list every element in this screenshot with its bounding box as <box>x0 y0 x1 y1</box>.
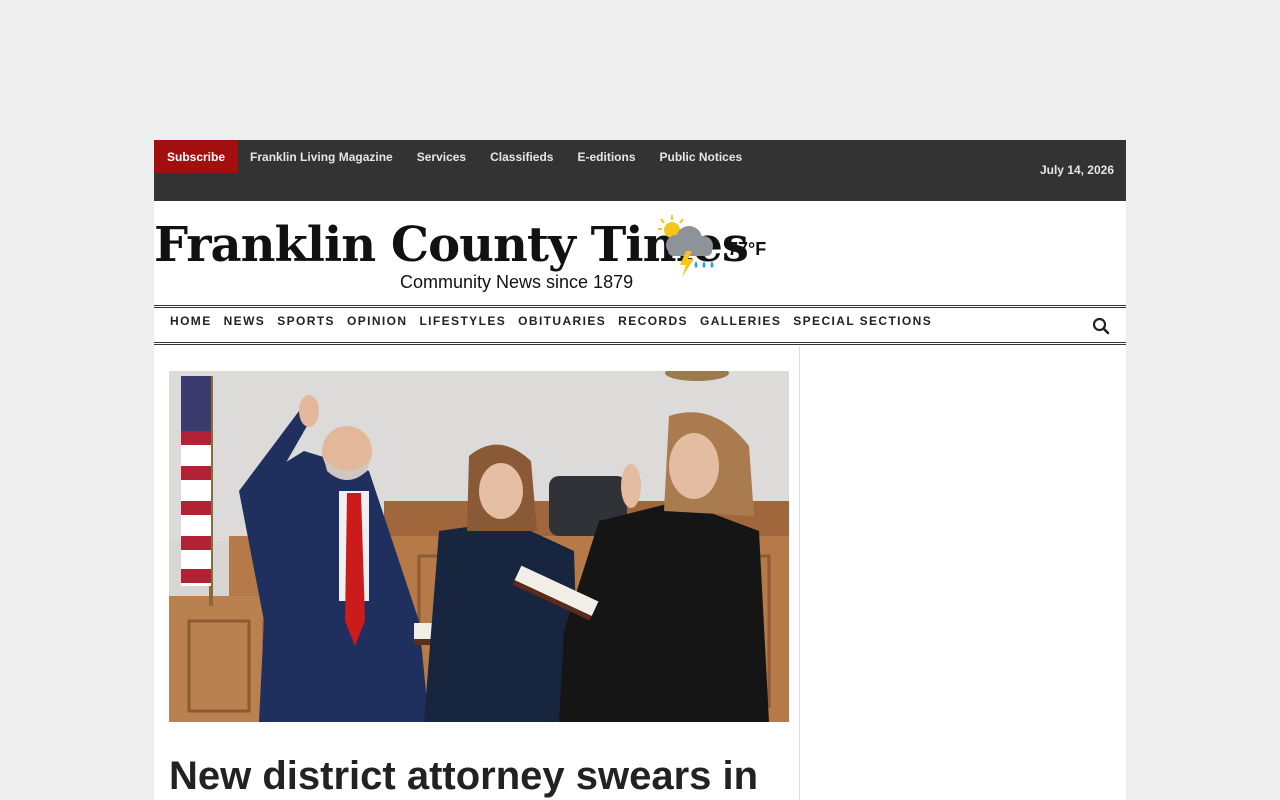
top-link-public-notices[interactable]: Public Notices <box>648 140 755 173</box>
nav-records[interactable]: RECORDS <box>618 314 688 328</box>
nav-obituaries[interactable]: OBITUARIES <box>518 314 606 328</box>
masthead: Franklin County Times Community News sin… <box>154 201 1126 305</box>
nav-opinion[interactable]: OPINION <box>347 314 407 328</box>
top-link-e-editions[interactable]: E-editions <box>565 140 647 173</box>
main-nav: HOME NEWS SPORTS OPINION LIFESTYLES OBIT… <box>154 305 1126 345</box>
top-bar: Subscribe Franklin Living Magazine Servi… <box>154 140 1126 201</box>
current-date: July 14, 2026 <box>1039 163 1114 177</box>
temperature: 77°F <box>728 239 767 259</box>
search-icon[interactable] <box>1092 317 1110 335</box>
top-link-classifieds[interactable]: Classifieds <box>478 140 565 173</box>
article-hero-image[interactable] <box>169 371 789 722</box>
nav-news[interactable]: NEWS <box>224 314 266 328</box>
page: Subscribe Franklin Living Magazine Servi… <box>154 140 1126 800</box>
nav-sports[interactable]: SPORTS <box>277 314 335 328</box>
subscribe-button[interactable]: Subscribe <box>154 140 239 173</box>
nav-top-rule-2 <box>154 307 1126 308</box>
site-tagline: Community News since 1879 <box>400 272 634 292</box>
top-nav: Subscribe Franklin Living Magazine Servi… <box>154 140 754 173</box>
sidebar-divider <box>799 346 800 800</box>
main-nav-items: HOME NEWS SPORTS OPINION LIFESTYLES OBIT… <box>170 314 944 328</box>
site-logo-title[interactable]: Franklin County Times <box>154 217 749 273</box>
nav-galleries[interactable]: GALLERIES <box>700 314 781 328</box>
nav-special-sections[interactable]: SPECIAL SECTIONS <box>793 314 932 328</box>
nav-bottom-rule-2 <box>154 344 1126 345</box>
article-headline[interactable]: New district attorney swears in <box>169 750 789 800</box>
top-link-services[interactable]: Services <box>405 140 478 173</box>
nav-lifestyles[interactable]: LIFESTYLES <box>419 314 506 328</box>
thunderstorm-sun-icon <box>658 215 714 277</box>
nav-bottom-rule <box>154 342 1126 343</box>
top-link-franklin-living-magazine[interactable]: Franklin Living Magazine <box>238 140 405 173</box>
nav-top-rule <box>154 305 1126 306</box>
nav-home[interactable]: HOME <box>170 314 212 328</box>
